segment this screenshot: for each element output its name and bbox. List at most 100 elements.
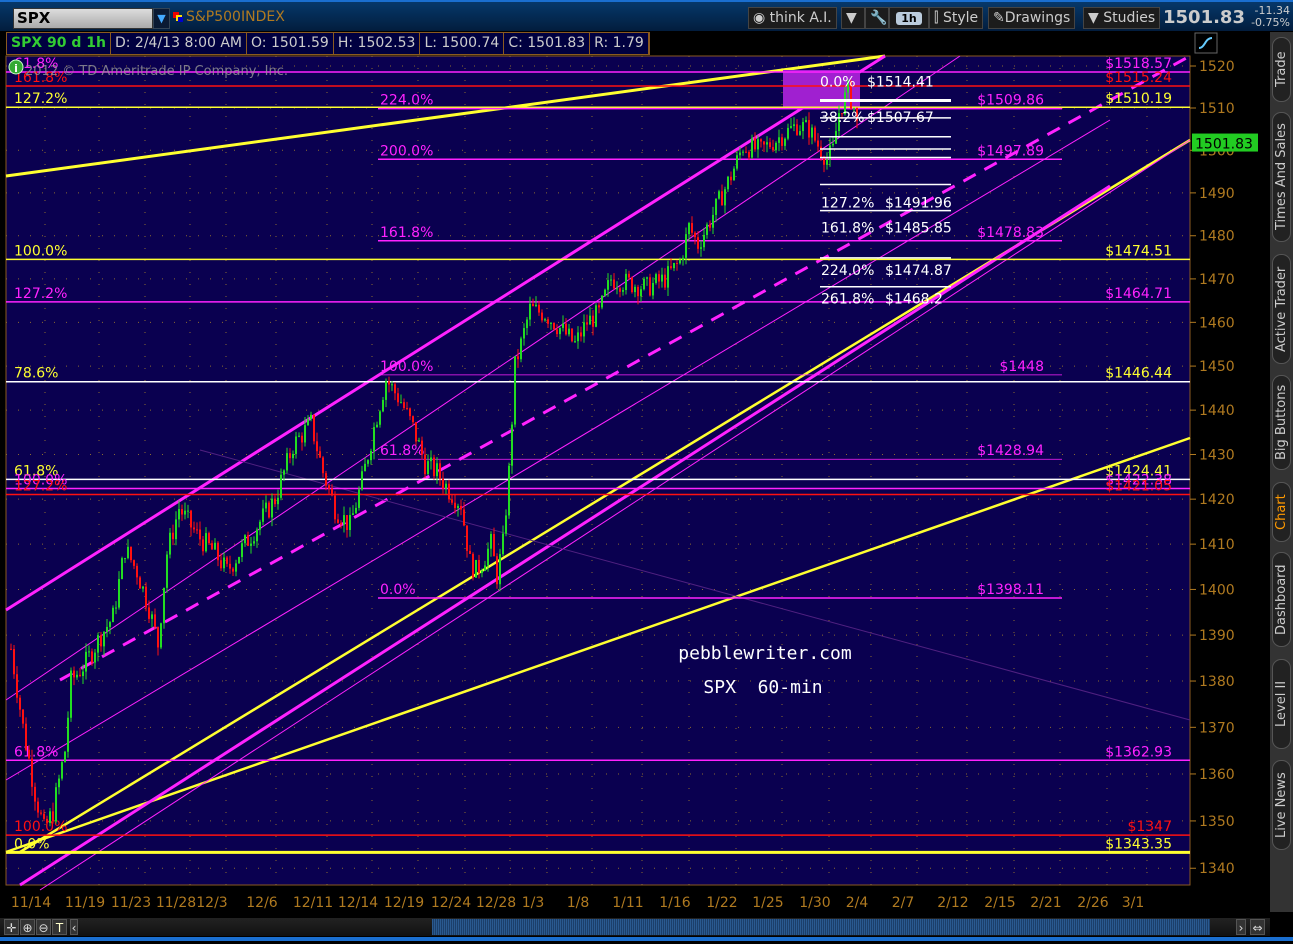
- candle-body: [301, 435, 303, 443]
- candle-body: [121, 558, 123, 579]
- candle-body: [109, 622, 111, 627]
- candle-body: [775, 142, 777, 151]
- candle-body: [481, 570, 483, 573]
- price-tick-label: 1400: [1199, 582, 1235, 598]
- candle-body: [43, 813, 45, 819]
- candle-body: [670, 266, 672, 269]
- candle-body: [634, 286, 636, 293]
- sidebar-tab-live-news[interactable]: Live News: [1272, 760, 1291, 850]
- candle-body: [238, 557, 240, 564]
- sidebar-tab-times-and-sales[interactable]: Times And Sales: [1272, 112, 1291, 242]
- sidebar-tab-level-ii[interactable]: Level II: [1272, 659, 1291, 749]
- scroll-right-icon[interactable]: ›: [1236, 919, 1246, 935]
- candle-body: [622, 290, 624, 292]
- fib-pct-label: 38.2%: [820, 110, 864, 126]
- candle-body: [199, 529, 201, 540]
- candle-body: [547, 319, 549, 324]
- candle-body: [568, 328, 570, 335]
- candle-body: [226, 557, 228, 564]
- candle-body: [469, 550, 471, 554]
- zoom-in-icon[interactable]: ⊕: [20, 919, 35, 935]
- candle-body: [217, 542, 219, 561]
- candle-body: [436, 463, 438, 477]
- candle-body: [790, 126, 792, 128]
- candle-body: [499, 554, 501, 585]
- price-chart[interactable]: 61.8% $1518.57161.8% $1515.24127.2% $1510.1…: [0, 0, 1270, 918]
- candle-body: [652, 282, 654, 296]
- candle-body: [409, 408, 411, 417]
- level-right-label: $1347: [1127, 819, 1172, 835]
- candle-body: [289, 453, 291, 459]
- zoom-out-icon[interactable]: ⊖: [36, 919, 51, 935]
- bar-high: H: 1502.53: [334, 33, 421, 54]
- level-left-label: 161.8%: [380, 225, 433, 241]
- candle-body: [253, 541, 255, 544]
- candle-body: [91, 651, 93, 663]
- level-left-label: 0.0%: [380, 582, 416, 598]
- candle-body: [19, 697, 21, 710]
- candle-body: [529, 303, 531, 320]
- text-tool-icon[interactable]: T: [52, 919, 67, 935]
- sidebar-tab-chart[interactable]: Chart: [1272, 482, 1291, 542]
- price-axis[interactable]: 1340 1350 1360 1370 1380 1390 1400 1410 1420 1430…: [1190, 59, 1258, 877]
- sidebar-tab-dashboard[interactable]: Dashboard: [1272, 552, 1291, 647]
- sidebar-tab-trade[interactable]: Trade: [1272, 37, 1291, 102]
- candle-body: [151, 614, 153, 619]
- sidebar-tab-active-trader[interactable]: Active Trader: [1272, 254, 1291, 364]
- candle-body: [136, 565, 138, 578]
- candle-body: [478, 559, 480, 573]
- candle-body: [463, 509, 465, 526]
- candle-body: [256, 529, 258, 542]
- candle-body: [343, 515, 345, 525]
- candle-body: [667, 266, 669, 288]
- candle-body: [604, 289, 606, 296]
- date-tick-label: 12/28: [475, 895, 517, 911]
- candle-body: [157, 627, 159, 648]
- candle-body: [316, 441, 318, 452]
- expand-icon[interactable]: ⇔: [1250, 919, 1265, 935]
- pan-icon[interactable]: ✛: [4, 919, 19, 935]
- price-tick-label: 1440: [1199, 403, 1235, 419]
- candle-body: [115, 607, 117, 609]
- date-tick-label: 2/7: [891, 895, 915, 911]
- candle-body: [370, 451, 372, 461]
- candle-body: [274, 498, 276, 505]
- candle-body: [700, 247, 702, 249]
- candle-body: [505, 515, 507, 534]
- candle-body: [745, 151, 747, 153]
- date-tick-label: 1/22: [706, 895, 738, 911]
- candle-body: [292, 453, 294, 459]
- candle-body: [148, 607, 150, 619]
- candle-body: [586, 322, 588, 325]
- candle-body: [265, 502, 267, 509]
- candle-body: [304, 425, 306, 443]
- chart-scrollbar[interactable]: ✛ ⊕ ⊖ T ‹ › ⇔: [0, 918, 1270, 936]
- candle-body: [334, 495, 336, 520]
- candle-body: [220, 560, 222, 569]
- candle-body: [508, 465, 510, 516]
- bar-range: R: 1.79: [590, 33, 649, 54]
- chart-title: SPX 90 d 1h: [7, 33, 111, 54]
- date-tick-label: 1/8: [566, 895, 590, 911]
- candle-body: [208, 533, 210, 544]
- candle-body: [103, 631, 105, 647]
- candle-body: [205, 533, 207, 552]
- candle-body: [61, 762, 63, 779]
- level-right-label: $1478.83: [977, 225, 1044, 241]
- candle-body: [523, 328, 525, 339]
- date-tick-label: 1/30: [799, 895, 831, 911]
- fib-price-label: $1474.87: [885, 263, 952, 279]
- date-tick-label: 11/14: [10, 895, 52, 911]
- level-right-label: $1446.44: [1105, 366, 1172, 382]
- candle-body: [517, 356, 519, 360]
- candle-body: [430, 457, 432, 462]
- sidebar-tab-big-buttons[interactable]: Big Buttons: [1272, 375, 1291, 470]
- scroll-left-icon[interactable]: ‹: [70, 919, 78, 935]
- candle-body: [391, 384, 393, 386]
- scrollbar-thumb[interactable]: [432, 919, 1210, 935]
- ohlc-info-bar: SPX 90 d 1h D: 2/4/13 8:00 AM O: 1501.59…: [6, 32, 650, 55]
- candle-body: [229, 563, 231, 569]
- fib-pct-label: 261.8%: [821, 292, 874, 308]
- candle-body: [322, 457, 324, 474]
- candle-body: [802, 122, 804, 132]
